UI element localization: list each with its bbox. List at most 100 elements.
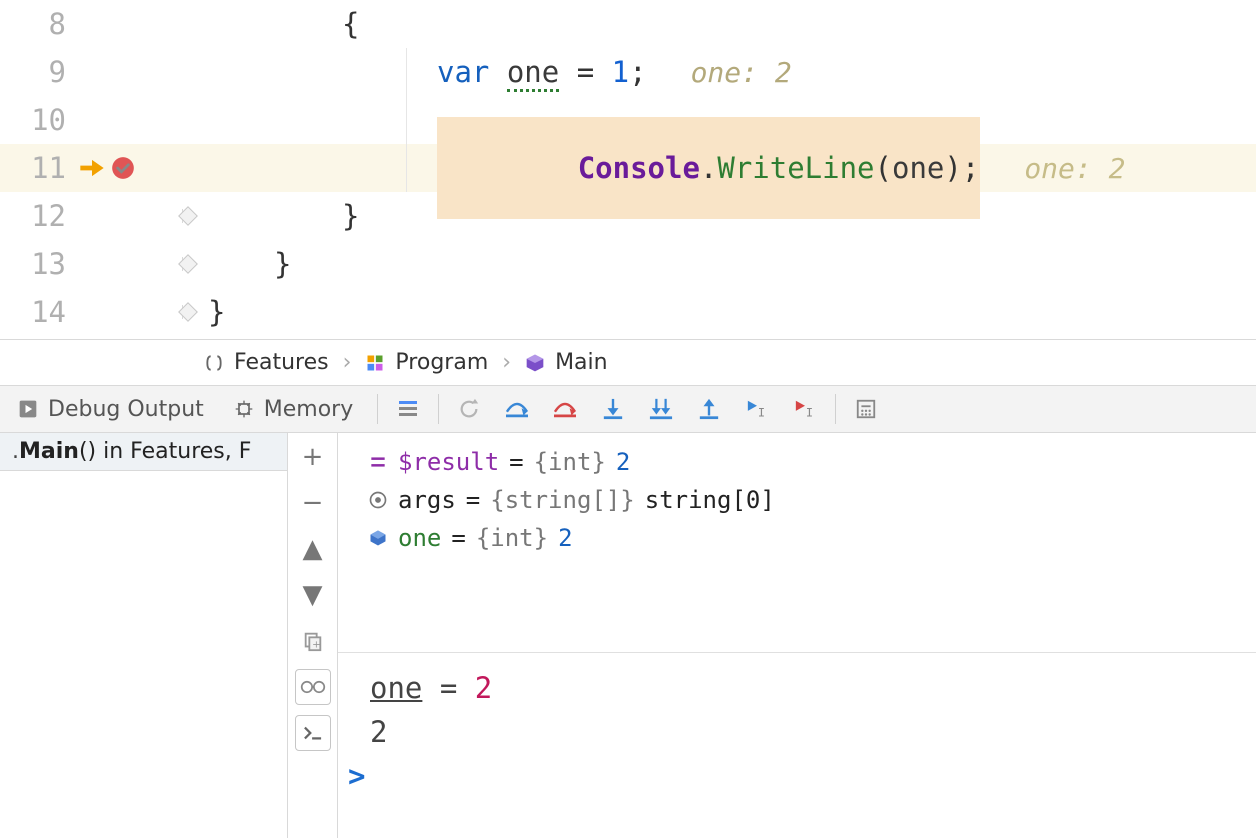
code-line[interactable]: 14 }: [0, 288, 1256, 336]
copy-button[interactable]: +: [295, 623, 331, 659]
line-number: 13: [0, 247, 78, 281]
literal-number: 1: [612, 55, 629, 89]
variable-type: {int}: [476, 524, 548, 552]
code-line[interactable]: 13 }: [0, 240, 1256, 288]
triangle-up-icon: ▲: [303, 534, 323, 564]
step-out-icon: [698, 397, 720, 421]
copy-icon: +: [302, 630, 324, 652]
inline-hint: one: 2: [1024, 152, 1125, 185]
move-up-button[interactable]: ▲: [295, 531, 331, 567]
triangle-down-icon: ▼: [303, 580, 323, 610]
line-number: 11: [0, 151, 78, 185]
play-output-icon: [18, 399, 38, 419]
breakpoint-icon[interactable]: [110, 155, 136, 181]
inline-hint: one: 2: [691, 56, 792, 89]
console-expression: one = 2: [370, 671, 1248, 705]
step-into-button[interactable]: [598, 394, 628, 424]
keyword-var: var: [437, 55, 507, 89]
debug-toolbar: Debug Output Memory I I: [0, 386, 1256, 433]
namespace-icon: [204, 353, 224, 373]
restart-icon: [458, 398, 480, 420]
line-number: 10: [0, 103, 78, 137]
variables-list: $result = {int} 2 args = {string[]} stri…: [338, 433, 1256, 653]
glasses-icon: [300, 679, 326, 695]
breadcrumb-label: Main: [555, 350, 608, 375]
dot: .: [700, 151, 717, 185]
result-icon: [368, 452, 388, 472]
force-step-into-icon: [648, 397, 674, 421]
fold-handle-icon[interactable]: [178, 206, 198, 226]
svg-text:I: I: [806, 405, 813, 419]
console-mode-button[interactable]: [295, 715, 331, 751]
semicolon: ;: [962, 151, 979, 185]
variable-value: string[0]: [645, 486, 775, 514]
run-to-cursor-button[interactable]: I: [742, 394, 772, 424]
tab-label: Debug Output: [48, 397, 204, 422]
fold-handle-icon[interactable]: [178, 254, 198, 274]
variables-and-console: $result = {int} 2 args = {string[]} stri…: [338, 433, 1256, 838]
semicolon: ;: [629, 55, 646, 89]
debug-console[interactable]: one = 2 2 >: [338, 653, 1256, 838]
console-expr-eq: =: [422, 671, 474, 705]
line-number: 12: [0, 199, 78, 233]
debug-panel: .Main() in Features, F + − ▲ ▼ + $result…: [0, 433, 1256, 838]
breadcrumb-item-method[interactable]: Main: [525, 350, 608, 375]
breadcrumb-label: Features: [234, 350, 329, 375]
force-run-to-cursor-button[interactable]: I: [790, 394, 820, 424]
code-line[interactable]: 9 var one = 1 ; one: 2: [0, 48, 1256, 96]
method-name: WriteLine: [717, 151, 874, 185]
tab-memory[interactable]: Memory: [222, 389, 371, 430]
toolbar-separator: [438, 394, 439, 424]
equals: =: [451, 524, 465, 552]
variable-row[interactable]: one = {int} 2: [368, 519, 1248, 557]
class-name: Console: [578, 151, 700, 185]
restart-button[interactable]: [454, 394, 484, 424]
view-mode-button[interactable]: [295, 669, 331, 705]
new-watch-button[interactable]: +: [295, 439, 331, 475]
memory-chip-icon: [234, 399, 254, 419]
force-step-over-button[interactable]: [550, 394, 580, 424]
fold-handle-icon[interactable]: [178, 302, 198, 322]
stack-frame[interactable]: .Main() in Features, F: [0, 433, 287, 471]
code-line[interactable]: 8 {: [0, 0, 1256, 48]
code-editor[interactable]: 8 { 9 var one = 1 ; one: 2 10 11: [0, 0, 1256, 340]
frame-label: () in Features, F: [79, 439, 251, 464]
side-button-column: + − ▲ ▼ +: [288, 433, 338, 838]
step-over-button[interactable]: [502, 394, 532, 424]
line-number: 9: [0, 55, 78, 89]
step-out-button[interactable]: [694, 394, 724, 424]
tab-debug-output[interactable]: Debug Output: [6, 389, 222, 430]
line-number: 14: [0, 295, 78, 329]
force-run-to-cursor-icon: I: [793, 398, 817, 420]
variable-row[interactable]: args = {string[]} string[0]: [368, 481, 1248, 519]
breadcrumb-item-namespace[interactable]: Features: [204, 350, 329, 375]
tab-label: Memory: [264, 397, 353, 422]
remove-watch-button[interactable]: −: [295, 485, 331, 521]
code-line-current[interactable]: 11 Console.WriteLine(one); one: 2: [0, 144, 1256, 192]
move-down-button[interactable]: ▼: [295, 577, 331, 613]
variable-row[interactable]: $result = {int} 2: [368, 443, 1248, 481]
variable-name: $result: [398, 448, 499, 476]
line-number: 8: [0, 7, 78, 41]
breadcrumb-item-class[interactable]: Program: [365, 350, 488, 375]
variable-name: args: [398, 486, 456, 514]
calculator-icon: [855, 398, 877, 420]
toolbar-separator: [835, 394, 836, 424]
brace-close: }: [208, 295, 225, 329]
layout-icon: [396, 397, 420, 421]
class-icon: [365, 353, 385, 373]
console-prompt: >: [348, 759, 365, 793]
prompt-icon: [302, 724, 324, 742]
breadcrumb-separator: ›: [343, 350, 352, 375]
force-step-into-button[interactable]: [646, 394, 676, 424]
identifier: one: [507, 55, 559, 89]
variable-type: {int}: [534, 448, 606, 476]
frames-panel: .Main() in Features, F: [0, 433, 288, 838]
brace-close: }: [342, 199, 359, 233]
variable-type: {string[]}: [490, 486, 635, 514]
force-step-over-icon: [552, 398, 578, 420]
evaluate-expression-button[interactable]: [851, 394, 881, 424]
variable-value: 2: [558, 524, 572, 552]
layout-button[interactable]: [393, 394, 423, 424]
toolbar-separator: [377, 394, 378, 424]
